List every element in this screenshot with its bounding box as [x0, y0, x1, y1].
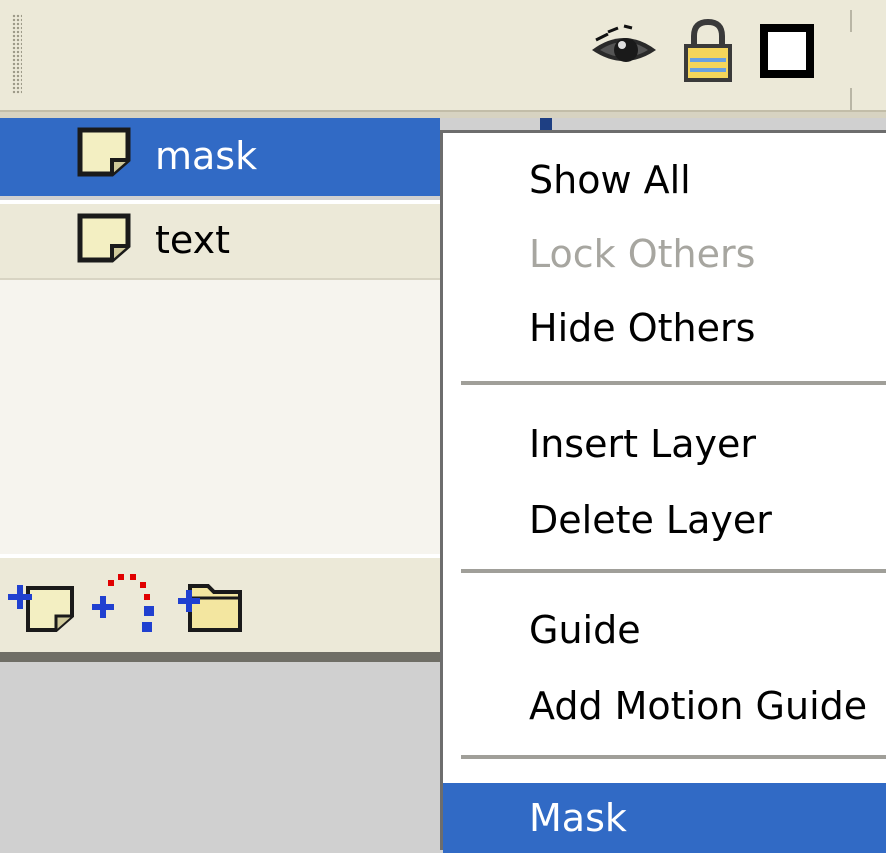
menu-item-delete-layer[interactable]: Delete Layer	[443, 485, 886, 555]
menu-item-show-all[interactable]: Show All	[443, 145, 886, 215]
layer-icon	[77, 213, 131, 263]
layer-row-mask[interactable]: mask	[0, 118, 440, 196]
layer-toolbar	[0, 554, 440, 652]
outline-icon[interactable]	[760, 24, 814, 78]
layer-icon	[77, 127, 131, 177]
lock-icon[interactable]	[680, 18, 736, 84]
layer-name: text	[155, 218, 230, 262]
insert-layer-icon[interactable]	[6, 582, 76, 636]
layer-list-empty-area[interactable]	[0, 278, 440, 554]
panel-bottom-border	[0, 652, 440, 662]
menu-item-mask[interactable]: Mask	[443, 783, 886, 853]
timeline-edge	[830, 0, 886, 118]
menu-item-guide[interactable]: Guide	[443, 595, 886, 665]
menu-item-add-motion-guide[interactable]: Add Motion Guide	[443, 671, 886, 741]
layer-row-text[interactable]: text	[0, 200, 440, 278]
panel-grip[interactable]	[12, 14, 22, 94]
add-motion-guide-icon[interactable]	[90, 568, 160, 644]
menu-item-lock-others: Lock Others	[529, 232, 756, 276]
context-menu: Show All Lock Others Hide Others Insert …	[440, 130, 886, 853]
layer-header	[0, 0, 830, 112]
menu-separator	[461, 755, 886, 759]
menu-separator	[461, 381, 886, 385]
insert-layer-folder-icon[interactable]	[176, 572, 246, 636]
header-divider	[0, 110, 886, 118]
menu-item-hide-others[interactable]: Hide Others	[443, 293, 886, 363]
menu-separator	[461, 569, 886, 573]
menu-item-insert-layer[interactable]: Insert Layer	[443, 409, 886, 479]
eye-icon[interactable]	[588, 24, 660, 74]
layer-name: mask	[155, 134, 258, 178]
column-marker	[540, 118, 552, 130]
